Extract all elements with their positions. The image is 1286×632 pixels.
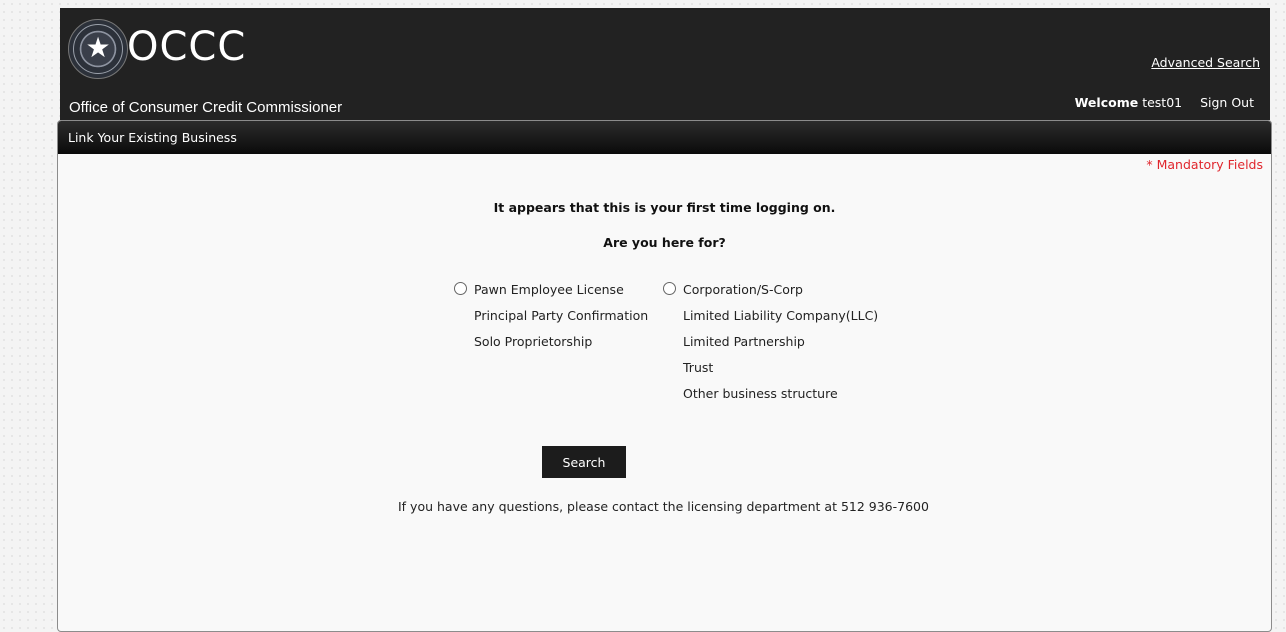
corporation-label: Corporation/S-Corp bbox=[683, 282, 803, 297]
left-option-item: Solo Proprietorship bbox=[474, 334, 593, 349]
mandatory-fields-note: * Mandatory Fields bbox=[1146, 157, 1263, 172]
pawn-employee-radio[interactable] bbox=[454, 282, 467, 295]
search-button[interactable]: Search bbox=[542, 446, 626, 478]
right-option-item: Limited Liability Company(LLC) bbox=[683, 308, 879, 323]
welcome-label: Welcome bbox=[1074, 95, 1139, 110]
agency-subtitle: Office of Consumer Credit Commissioner bbox=[69, 99, 343, 116]
right-option-group: Corporation/S-Corp Limited Liability Com… bbox=[663, 282, 878, 412]
advanced-search-link[interactable]: Advanced Search bbox=[1151, 55, 1260, 70]
pawn-employee-option[interactable]: Pawn Employee License bbox=[454, 282, 648, 308]
left-option-group: Pawn Employee License Principal Party Co… bbox=[454, 282, 648, 360]
right-option-item: Limited Partnership bbox=[683, 334, 805, 349]
user-welcome: Welcome test01 Sign Out bbox=[1075, 95, 1254, 110]
site-header: ★ OCCC Office of Consumer Credit Commiss… bbox=[60, 8, 1270, 120]
link-business-panel: Link Your Existing Business * Mandatory … bbox=[57, 120, 1272, 632]
corporation-option[interactable]: Corporation/S-Corp bbox=[663, 282, 878, 308]
username: test01 bbox=[1142, 95, 1183, 110]
purpose-question: Are you here for? bbox=[603, 235, 726, 250]
pawn-employee-label: Pawn Employee License bbox=[474, 282, 624, 297]
sign-out-link[interactable]: Sign Out bbox=[1200, 95, 1254, 110]
left-option-item: Principal Party Confirmation bbox=[474, 308, 649, 323]
corporation-radio[interactable] bbox=[663, 282, 676, 295]
panel-title: Link Your Existing Business bbox=[58, 121, 1271, 154]
contact-info: If you have any questions, please contac… bbox=[398, 499, 929, 514]
star-icon: ★ bbox=[85, 31, 111, 64]
brand-name: OCCC bbox=[127, 24, 247, 70]
right-option-item: Trust bbox=[683, 360, 714, 375]
first-time-message: It appears that this is your first time … bbox=[493, 200, 836, 215]
right-option-item: Other business structure bbox=[683, 386, 838, 401]
texas-seal-logo: ★ bbox=[68, 19, 128, 79]
